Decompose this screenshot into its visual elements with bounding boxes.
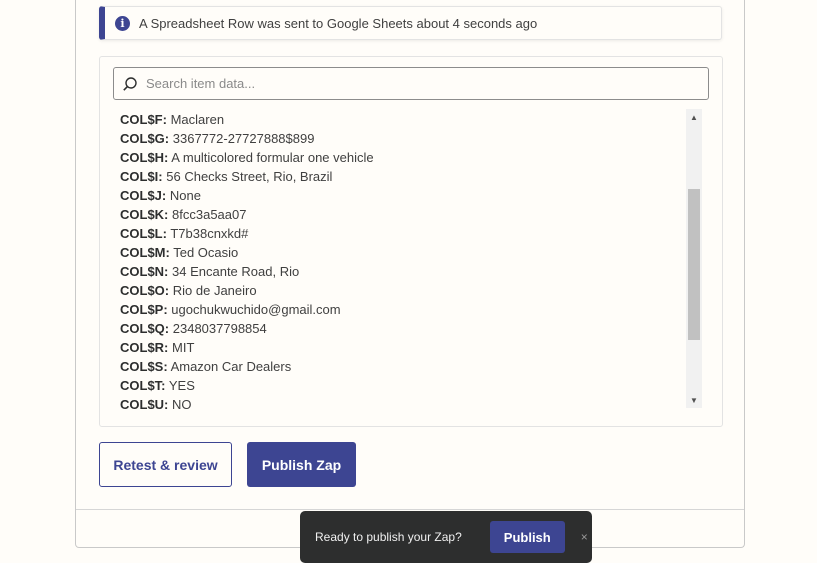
panel-divider [76, 509, 744, 510]
item-key: COL$S: [120, 359, 168, 374]
item-data-row: COL$L: T7b38cnxkd# [120, 224, 680, 243]
item-key: COL$L: [120, 226, 167, 241]
item-key: COL$H: [120, 150, 169, 165]
toast-message: Ready to publish your Zap? [315, 530, 462, 544]
search-icon [123, 76, 137, 91]
item-key: COL$O: [120, 283, 170, 298]
item-key: COL$U: [120, 397, 169, 409]
item-value: Ted Ocasio [173, 245, 239, 260]
item-data-row: COL$M: Ted Ocasio [120, 243, 680, 262]
item-data-row: COL$S: Amazon Car Dealers [120, 357, 680, 376]
item-key: COL$J: [120, 188, 167, 203]
item-value: MIT [172, 340, 195, 355]
scrollbar-thumb[interactable] [688, 189, 700, 340]
item-value: 56 Checks Street, Rio, Brazil [166, 169, 333, 184]
item-data-row: COL$J: None [120, 186, 680, 205]
item-key: COL$I: [120, 169, 163, 184]
item-value: YES [168, 378, 195, 393]
item-data-row: COL$O: Rio de Janeiro [120, 281, 680, 300]
item-value: 3367772-27727888$899 [172, 131, 315, 146]
item-value: Rio de Janeiro [172, 283, 257, 298]
scroll-up-arrow-icon[interactable]: ▲ [686, 109, 702, 125]
item-value: A multicolored formular one vehicle [171, 150, 374, 165]
scroll-down-arrow-icon[interactable]: ▼ [686, 392, 702, 408]
item-key: COL$F: [120, 112, 167, 127]
search-box[interactable] [113, 67, 709, 100]
item-data-row: COL$H: A multicolored formular one vehic… [120, 148, 680, 167]
item-key: COL$N: [120, 264, 169, 279]
item-data-list[interactable]: COL$F: Maclaren COL$G: 3367772-27727888$8… [120, 110, 680, 409]
item-key: COL$R: [120, 340, 169, 355]
retest-review-button[interactable]: Retest & review [99, 442, 232, 487]
item-data-row: COL$P: ugochukwuchido@gmail.com [120, 300, 680, 319]
toast-publish-button[interactable]: Publish [489, 521, 565, 553]
item-key: COL$P: [120, 302, 168, 317]
success-alert: i A Spreadsheet Row was sent to Google S… [99, 6, 722, 40]
item-data-row: COL$F: Maclaren [120, 110, 680, 129]
info-icon: i [115, 15, 130, 31]
item-data-row: COL$R: MIT [120, 338, 680, 357]
item-data-row: COL$I: 56 Checks Street, Rio, Brazil [120, 167, 680, 186]
item-data-box: COL$F: MaclarenCOL$G: 3367772-27727888$8… [99, 56, 723, 427]
item-value: Maclaren [170, 112, 225, 127]
item-value: None [169, 188, 201, 203]
item-value: 8fcc3a5aa07 [172, 207, 247, 222]
item-data-row: COL$N: 34 Encante Road, Rio [120, 262, 680, 281]
scrollbar[interactable]: ▲ ▼ [686, 109, 702, 408]
item-value: T7b38cnxkd# [170, 226, 249, 241]
item-value: NO [172, 397, 192, 409]
item-key: COL$Q: [120, 321, 170, 336]
item-data-row: COL$U: NO [120, 395, 680, 409]
item-key: COL$T: [120, 378, 166, 393]
item-value: 2348037798854 [172, 321, 267, 336]
item-data-row: COL$K: 8fcc3a5aa07 [120, 205, 680, 224]
item-data-row: COL$Q: 2348037798854 [120, 319, 680, 338]
item-key: COL$K: [120, 207, 169, 222]
search-input[interactable] [144, 75, 688, 92]
publish-toast: Ready to publish your Zap? Publish × [300, 511, 592, 563]
item-value: ugochukwuchido@gmail.com [171, 302, 341, 317]
item-value: 34 Encante Road, Rio [172, 264, 300, 279]
publish-zap-button[interactable]: Publish Zap [247, 442, 356, 487]
item-data-row: COL$G: 3367772-27727888$899 [120, 129, 680, 148]
item-value: Amazon Car Dealers [170, 359, 292, 374]
alert-message: A Spreadsheet Row was sent to Google She… [139, 15, 538, 31]
item-data-row: COL$T: YES [120, 376, 680, 395]
close-icon[interactable]: × [581, 530, 588, 544]
item-key: COL$M: [120, 245, 170, 260]
item-key: COL$G: [120, 131, 170, 146]
